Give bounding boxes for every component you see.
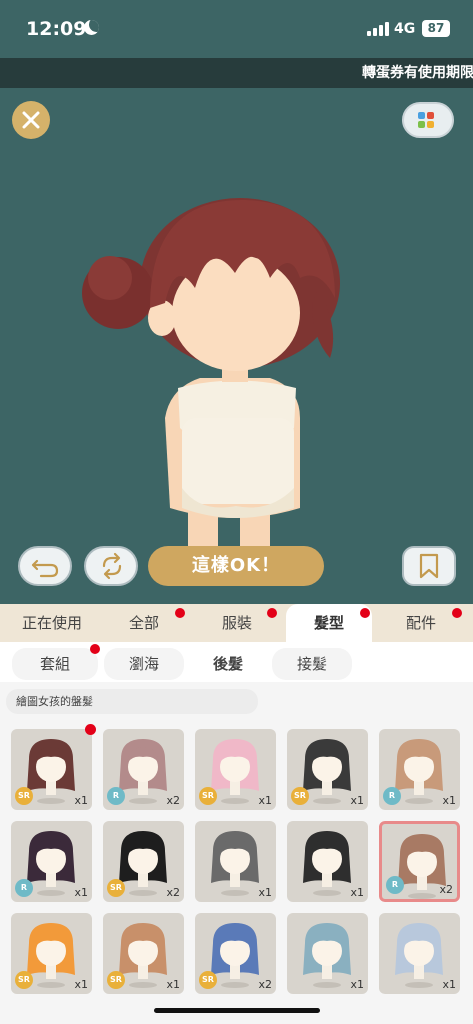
series-filter[interactable]: 繪圖女孩的盤髮 <box>6 689 258 714</box>
item-quantity: x2 <box>258 978 272 991</box>
bookmark-icon <box>419 553 439 579</box>
hair-item[interactable]: SR x1 <box>11 729 92 810</box>
new-item-dot <box>85 724 96 735</box>
subtab-hair-extension[interactable]: 接髮 <box>272 648 352 680</box>
undo-button[interactable] <box>18 546 72 586</box>
hair-item[interactable]: SR x2 <box>195 913 276 994</box>
item-quantity: x1 <box>350 794 364 807</box>
notification-dot <box>452 608 462 618</box>
moon-icon <box>84 20 99 35</box>
item-quantity: x1 <box>258 886 272 899</box>
hair-item[interactable]: x1 <box>379 913 460 994</box>
item-quantity: x2 <box>166 886 180 899</box>
subtab-back-hair[interactable]: 後髮 <box>188 648 268 680</box>
tab-all[interactable]: 全部 <box>104 604 184 642</box>
rarity-badge: R <box>386 876 404 894</box>
network-type: 4G <box>394 21 416 37</box>
character-preview: 這樣OK！ <box>0 88 473 604</box>
item-panel: 繪圖女孩的盤髮 SR x1 Rx2 SR x1 SR x1 Rx1 Rx1 SR x2 x1 x1 Rx2… <box>0 682 473 1024</box>
notice-marquee: 轉蛋券有使用期限 <box>0 58 473 88</box>
subcategory-tabs: 套組 瀏海 後髮 接髮 <box>0 642 473 682</box>
hair-item[interactable]: Rx1 <box>11 821 92 902</box>
subtab-set[interactable]: 套組 <box>12 648 98 680</box>
refresh-icon <box>102 552 122 580</box>
hair-item[interactable]: x1 <box>287 913 368 994</box>
rarity-badge: R <box>107 787 125 805</box>
bookmark-button[interactable] <box>402 546 456 586</box>
hair-item[interactable]: x1 <box>195 821 276 902</box>
hair-item[interactable]: x1 <box>287 821 368 902</box>
rarity-badge: SR <box>291 787 309 805</box>
item-quantity: x1 <box>74 794 88 807</box>
notification-dot <box>175 608 185 618</box>
item-quantity: x1 <box>442 978 456 991</box>
randomize-button[interactable] <box>84 546 138 586</box>
home-indicator[interactable] <box>154 1008 320 1013</box>
tab-accessories[interactable]: 配件 <box>378 604 464 642</box>
item-quantity: x2 <box>166 794 180 807</box>
hair-item[interactable]: Rx1 <box>379 729 460 810</box>
hair-item[interactable]: SR x1 <box>103 913 184 994</box>
hair-item[interactable]: SR x2 <box>103 821 184 902</box>
item-quantity: x1 <box>442 794 456 807</box>
item-quantity: x1 <box>166 978 180 991</box>
item-quantity: x1 <box>74 978 88 991</box>
rarity-badge: SR <box>107 879 125 897</box>
rarity-badge: SR <box>107 971 125 989</box>
notification-dot <box>360 608 370 618</box>
status-bar: 12:09 4G 87 <box>0 0 473 58</box>
item-quantity: x1 <box>258 794 272 807</box>
rarity-badge: SR <box>15 971 33 989</box>
notification-dot <box>90 644 100 654</box>
battery-icon: 87 <box>422 20 450 37</box>
confirm-ok-button[interactable]: 這樣OK！ <box>148 546 324 586</box>
tab-hairstyle[interactable]: 髮型 <box>286 604 372 642</box>
hair-item[interactable]: Rx2 <box>379 821 460 902</box>
category-tabs: 正在使用 全部 服裝 髮型 配件 <box>0 604 473 642</box>
hair-item[interactable]: SR x1 <box>195 729 276 810</box>
rarity-badge: SR <box>199 787 217 805</box>
rarity-badge: SR <box>15 787 33 805</box>
rarity-badge: R <box>383 787 401 805</box>
status-time: 12:09 <box>26 18 87 40</box>
subtab-bangs[interactable]: 瀏海 <box>104 648 184 680</box>
item-quantity: x1 <box>350 978 364 991</box>
notification-dot <box>267 608 277 618</box>
notice-text: 轉蛋券有使用期限 <box>362 65 473 81</box>
rarity-badge: R <box>15 879 33 897</box>
hair-item[interactable]: SR x1 <box>287 729 368 810</box>
hair-item[interactable]: Rx2 <box>103 729 184 810</box>
tab-in-use[interactable]: 正在使用 <box>0 604 104 642</box>
avatar-illustration <box>82 198 340 558</box>
item-quantity: x1 <box>350 886 364 899</box>
item-quantity: x1 <box>74 886 88 899</box>
rarity-badge: SR <box>199 971 217 989</box>
hair-item[interactable]: SR x1 <box>11 913 92 994</box>
item-quantity: x2 <box>439 883 453 896</box>
undo-icon <box>31 559 59 578</box>
signal-icon <box>367 22 389 36</box>
